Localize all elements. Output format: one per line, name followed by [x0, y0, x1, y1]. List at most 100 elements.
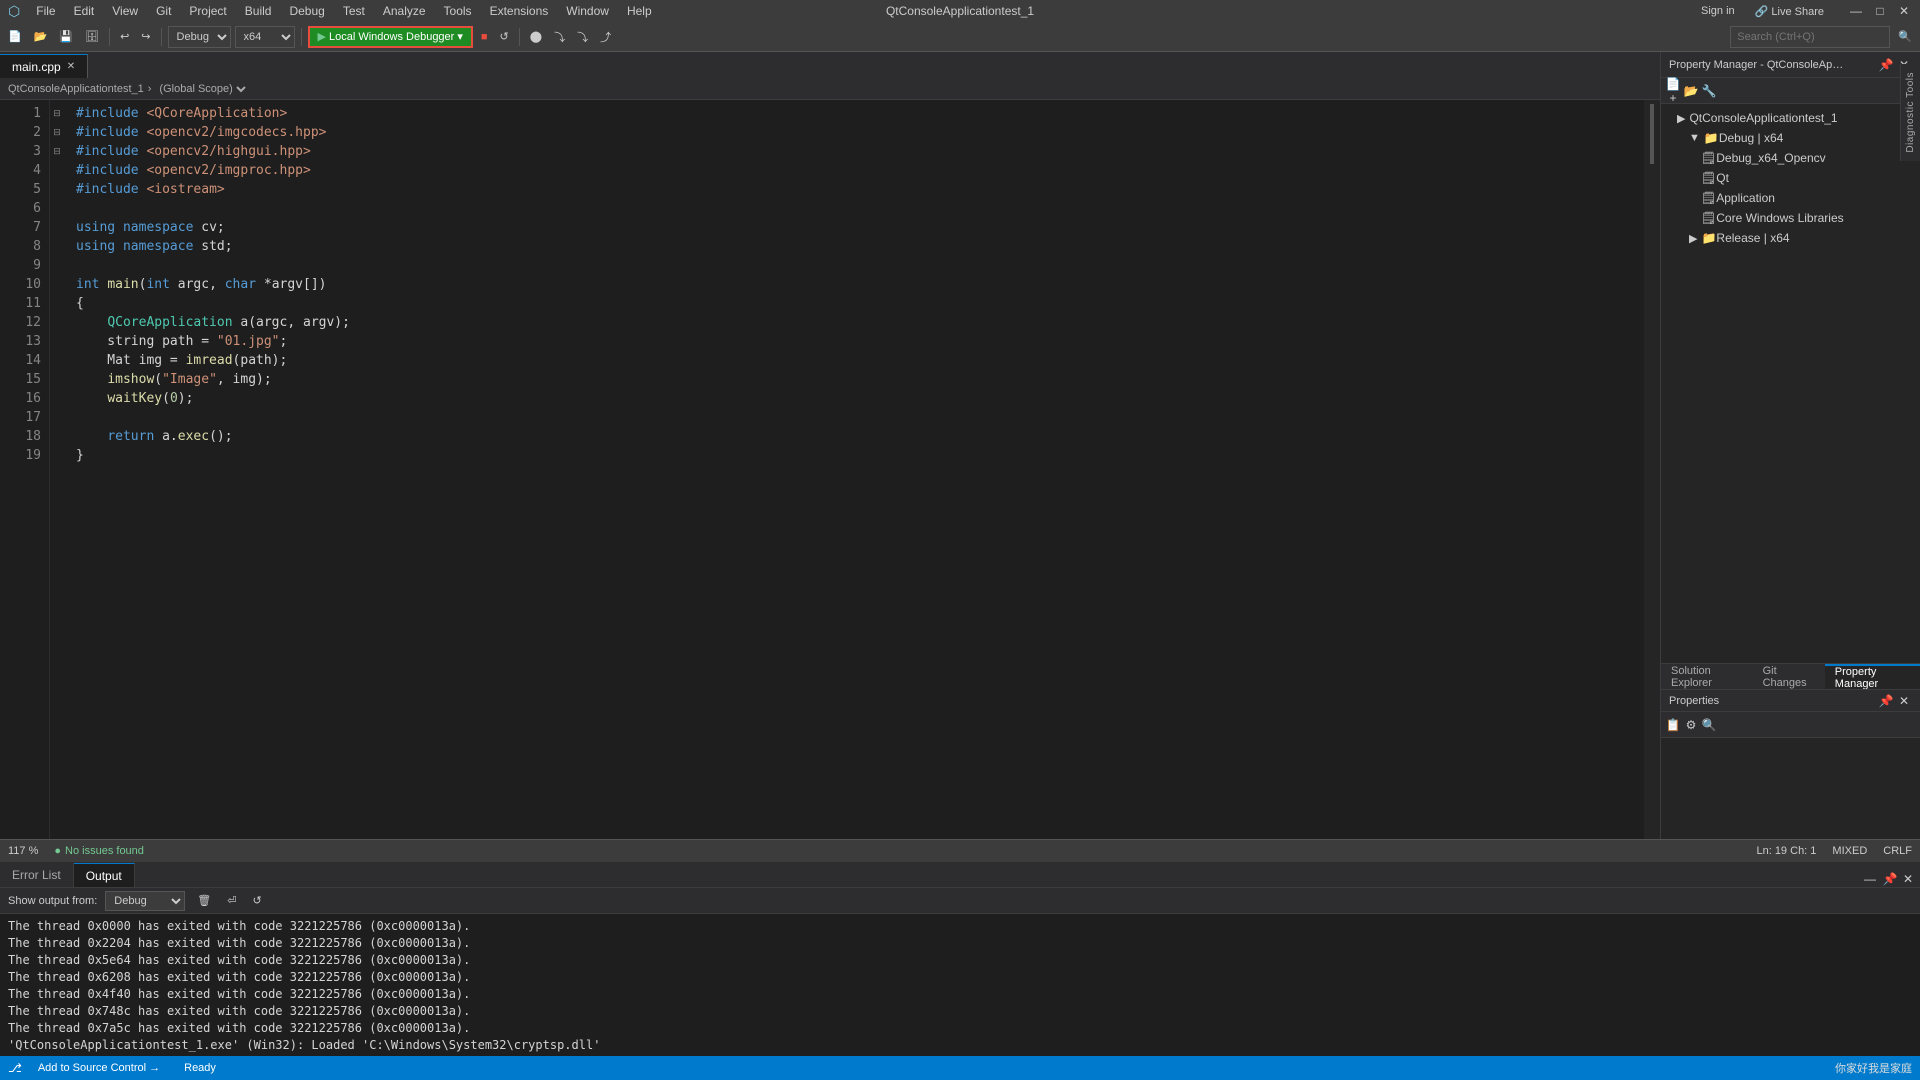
pm-add-existing-btn[interactable]: 📂 — [1683, 83, 1699, 99]
save-all-btn[interactable]: 🗄 — [81, 26, 103, 48]
tree-item-qt[interactable]: 🗒 Qt — [1661, 168, 1920, 188]
tree-item-debug-opencv[interactable]: 🗒 Debug_x64_Opencv — [1661, 148, 1920, 168]
error-list-tab[interactable]: Error List — [0, 863, 74, 887]
status-bar: ⎇ Add to Source Control → Ready 你家好我是家庭 — [0, 1056, 1920, 1080]
menu-help[interactable]: Help — [619, 2, 660, 20]
maximize-btn[interactable]: □ — [1872, 3, 1888, 19]
scroll-thumb — [1650, 104, 1654, 164]
scope-selector[interactable]: (Global Scope) — [155, 82, 249, 96]
step-over-btn[interactable]: ⤵ — [550, 26, 569, 48]
tree-item-release-x64[interactable]: ▶ 📁 Release | x64 — [1661, 228, 1920, 248]
debug-config-select[interactable]: Debug — [168, 26, 231, 48]
fold-7[interactable]: ⊟ — [50, 123, 64, 142]
eol-indicator[interactable]: CRLF — [1883, 845, 1912, 857]
output-line: The thread 0x7a5c has exited with code 3… — [8, 1020, 1912, 1037]
toolbar-separator-1 — [109, 28, 110, 46]
menu-view[interactable]: View — [104, 2, 146, 20]
prop-toolbar-btn2[interactable]: ⚙ — [1683, 717, 1699, 733]
collapsed-side-panels: Diagnostic Tools — [1900, 64, 1920, 161]
breadcrumb-project[interactable]: QtConsoleApplicationtest_1 — [8, 83, 144, 95]
zoom-percentage[interactable]: 117 % — [8, 845, 38, 857]
menu-build[interactable]: Build — [237, 2, 280, 20]
line-num: 14 — [8, 351, 41, 370]
menu-edit[interactable]: Edit — [66, 2, 103, 20]
line-num: 9 — [8, 256, 41, 275]
issues-indicator[interactable]: ● No issues found — [54, 845, 144, 857]
right-panel: Property Manager - QtConsoleApplicationt… — [1660, 52, 1920, 839]
prop-toolbar-btn1[interactable]: 📋 — [1665, 717, 1681, 733]
bottom-panel-minimize-btn[interactable]: — — [1862, 871, 1878, 887]
properties-close-btn[interactable]: ✕ — [1896, 693, 1912, 709]
menu-debug[interactable]: Debug — [281, 2, 332, 20]
line-num: 4 — [8, 161, 41, 180]
property-manager-pin-btn[interactable]: 📌 — [1878, 57, 1894, 73]
stop-debug-btn[interactable]: ■ — [477, 26, 492, 48]
local-windows-debugger-btn[interactable]: ▶ Local Windows Debugger ▾ — [308, 26, 473, 48]
menu-file[interactable]: File — [28, 2, 63, 20]
fold-10[interactable]: ⊟ — [50, 142, 64, 161]
tree-item-debug-x64[interactable]: ▼ 📁 Debug | x64 — [1661, 128, 1920, 148]
new-project-btn[interactable]: 📄 — [4, 26, 26, 48]
output-wrap-btn[interactable]: ⏎ — [223, 890, 240, 912]
encoding-indicator[interactable]: MIXED — [1832, 845, 1867, 857]
menu-git[interactable]: Git — [148, 2, 179, 20]
property-manager-tab[interactable]: Property Manager — [1825, 664, 1920, 690]
app-logo-icon: ⬡ — [8, 3, 20, 20]
menu-extensions[interactable]: Extensions — [482, 2, 557, 20]
tree-item-project[interactable]: ▶ QtConsoleApplicationtest_1 — [1661, 108, 1920, 128]
tree-label: QtConsoleApplicationtest_1 — [1689, 111, 1837, 125]
minimize-btn[interactable]: — — [1848, 3, 1864, 19]
redo-btn[interactable]: ↪ — [137, 26, 154, 48]
folder-icon: ▶ — [1689, 232, 1697, 245]
menu-test[interactable]: Test — [335, 2, 373, 20]
output-source-select[interactable]: Debug — [105, 891, 185, 911]
sheet-icon: 🗒 — [1701, 211, 1716, 225]
pm-remove-btn[interactable]: 🔧 — [1701, 83, 1717, 99]
tab-close-btn[interactable]: ✕ — [67, 61, 75, 72]
output-refresh-btn[interactable]: ↺ — [248, 890, 265, 912]
save-btn[interactable]: 💾 — [55, 26, 77, 48]
close-btn[interactable]: ✕ — [1896, 3, 1912, 19]
open-btn[interactable]: 📂 — [30, 26, 52, 48]
git-changes-tab[interactable]: Git Changes — [1753, 664, 1825, 690]
line-num: 1 — [8, 104, 41, 123]
code-editor[interactable]: #include <QCoreApplication> #include <op… — [64, 100, 1644, 839]
tree-label: Debug_x64_Opencv — [1716, 151, 1825, 165]
editor-status-bar: 117 % ● No issues found Ln: 19 Ch: 1 MIX… — [0, 839, 1920, 861]
output-line: 'QtConsoleApplicationtest_1.exe' (Win32)… — [8, 1054, 1912, 1056]
properties-pin-btn[interactable]: 📌 — [1878, 693, 1894, 709]
breakpoints-btn[interactable]: ⬤ — [526, 26, 546, 48]
step-into-btn[interactable]: ⤵ — [573, 26, 592, 48]
pm-add-property-btn[interactable]: 📄+ — [1665, 83, 1681, 99]
diagnostic-tools-label[interactable]: Diagnostic Tools — [1905, 72, 1916, 153]
search-icon-btn[interactable]: 🔍 — [1894, 26, 1916, 48]
step-out-btn[interactable]: ⤴ — [596, 26, 615, 48]
source-control-icon: ⎇ — [8, 1061, 22, 1075]
bottom-panel-close-btn[interactable]: ✕ — [1900, 871, 1916, 887]
tree-item-application[interactable]: 🗒 Application — [1661, 188, 1920, 208]
editor-tab-main-cpp[interactable]: main.cpp ✕ — [0, 54, 88, 78]
platform-select[interactable]: x64 — [235, 26, 295, 48]
bottom-panel-pin-btn[interactable]: 📌 — [1882, 871, 1898, 887]
menu-project[interactable]: Project — [181, 2, 234, 20]
menu-tools[interactable]: Tools — [436, 2, 480, 20]
output-clear-btn[interactable]: 🗑 — [193, 890, 215, 912]
line-num: 7 — [8, 218, 41, 237]
output-tab[interactable]: Output — [74, 863, 135, 887]
editor-minimap-scrollbar[interactable] — [1644, 100, 1660, 839]
output-line: 'QtConsoleApplicationtest_1.exe' (Win32)… — [8, 1037, 1912, 1054]
tree-label: Release | x64 — [1716, 231, 1789, 245]
menu-window[interactable]: Window — [558, 2, 617, 20]
sign-in-btn[interactable]: Sign in — [1701, 5, 1735, 17]
prop-toolbar-btn3[interactable]: 🔍 — [1701, 717, 1717, 733]
undo-btn[interactable]: ↩ — [116, 26, 133, 48]
search-input[interactable] — [1730, 26, 1890, 48]
line-num: 18 — [8, 427, 41, 446]
tree-item-core-windows[interactable]: 🗒 Core Windows Libraries — [1661, 208, 1920, 228]
live-share-btn[interactable]: 🔗 Live Share — [1755, 5, 1824, 18]
solution-explorer-tab[interactable]: Solution Explorer — [1661, 664, 1753, 690]
fold-1[interactable]: ⊟ — [50, 104, 64, 123]
restart-btn[interactable]: ↺ — [496, 26, 513, 48]
source-control-btn[interactable]: Add to Source Control → — [38, 1062, 160, 1074]
menu-analyze[interactable]: Analyze — [375, 2, 434, 20]
